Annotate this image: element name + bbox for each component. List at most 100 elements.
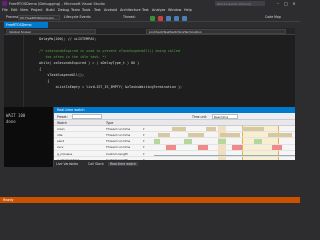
menu-team[interactable]: Team <box>71 8 80 12</box>
timeline-baseline <box>154 154 295 156</box>
preset-label: Preset: <box>57 114 68 119</box>
window-title: FreeRTOSDemo (Debugging) - Microsoft Vis… <box>9 1 105 6</box>
console-output-line: WAIT 100 <box>6 113 26 118</box>
column-watch[interactable]: Watch <box>57 121 67 125</box>
code-line: while( xxSecondsExpired ) = ( xDelayType… <box>31 61 140 65</box>
timeline-segment <box>206 126 216 132</box>
timeline-track <box>154 152 295 156</box>
menu-project[interactable]: Project <box>31 8 43 12</box>
preset-dropdown[interactable] <box>72 114 102 119</box>
maximize-icon[interactable]: □ <box>283 1 289 6</box>
code-line: DelayMs(200); // xLISTEMPAS; <box>31 37 97 41</box>
step-out-icon[interactable] <box>182 15 187 21</box>
chevron-down-icon[interactable]: ▾ <box>143 152 145 156</box>
timeline-segment <box>218 139 226 144</box>
menu-window[interactable]: Window <box>168 8 181 12</box>
title-bar: FreeRTOSDemo (Debugging) - Microsoft Vis… <box>0 0 300 7</box>
step-over-icon[interactable] <box>166 15 171 21</box>
timeline-track <box>154 139 295 144</box>
menu-debug[interactable]: Debug <box>58 8 69 12</box>
watch-name: idle <box>57 133 63 138</box>
bottom-tab-bar: Live Variables Call Stack Real-time watc… <box>54 160 295 167</box>
minimize-icon[interactable]: – <box>275 1 281 6</box>
console-output-line: done <box>6 119 16 124</box>
code-editor[interactable]: DelayMs(200); // xLISTEMPAS; /* xxSecond… <box>4 35 295 107</box>
scope-dropdown[interactable]: (Global Scope) <box>6 29 96 34</box>
menu-analyze[interactable]: Analyze <box>152 8 165 12</box>
lifecycle-events-button[interactable]: Lifecycle Events <box>64 15 91 19</box>
timeline-segment <box>198 145 208 150</box>
timeline-segment <box>188 132 204 138</box>
menu-view[interactable]: View <box>20 8 28 12</box>
timeline-segment <box>268 132 292 138</box>
menu-edit[interactable]: Edit <box>11 8 18 12</box>
watch-type: Thread run time <box>106 145 131 150</box>
menu-help[interactable]: Help <box>184 8 192 12</box>
timeline-segment <box>166 145 176 150</box>
time-unit-dropdown[interactable]: Real time <box>212 114 238 119</box>
realtime-watch-toolbar: Preset: Time unit Real time <box>54 113 295 120</box>
menu-architecture[interactable]: Architecture <box>120 8 141 12</box>
watch-name: recv <box>57 145 64 150</box>
watch-type: Thread run time <box>106 126 131 131</box>
watch-name: send <box>57 139 65 144</box>
process-dropdown[interactable]: [0] FreeRTOSDemo.bin <box>18 15 60 20</box>
timeline-segment <box>184 139 192 144</box>
menu-test[interactable]: Test <box>94 8 101 12</box>
code-line: { <box>31 67 42 71</box>
timeline-segment <box>158 132 170 138</box>
menu-test-2[interactable]: Test <box>142 8 149 12</box>
timeline-segment <box>254 139 262 144</box>
tab-live-variables[interactable]: Live Variables <box>56 162 78 166</box>
code-line: xListIsEmpty = listLIST_IS_EMPTY( &xTask… <box>31 85 183 89</box>
timeline-segment <box>172 126 186 132</box>
menu-tools[interactable]: Tools <box>82 8 90 12</box>
watch-type: Thread run time <box>106 133 131 138</box>
watch-type: Custom length <box>106 151 129 156</box>
menu-file[interactable]: File <box>2 8 8 12</box>
code-line: too often in the idle task. */ <box>31 55 107 59</box>
continue-icon[interactable] <box>150 15 155 21</box>
watch-name: g_nQueue <box>57 151 73 156</box>
code-line: /* xxSecondsExpired is used to prevent v… <box>31 49 181 53</box>
timeline-track <box>154 126 295 132</box>
chevron-down-icon[interactable]: ▾ <box>143 145 145 149</box>
chevron-down-icon[interactable]: ▾ <box>143 133 145 137</box>
thread-label: Thread: <box>123 15 136 19</box>
quick-launch-input[interactable]: Quick Launch (Ctrl+Q) <box>215 1 265 6</box>
code-line: vTaskSuspendAll(); <box>31 73 85 77</box>
tab-realtime-watch[interactable]: Real-time watch <box>108 161 138 166</box>
empty-area <box>0 167 300 197</box>
navigation-bar: (Global Scope) prvCheckTaskSwitchingTerm… <box>4 28 295 35</box>
timeline-segment <box>154 139 160 144</box>
timeline-track <box>154 145 295 150</box>
code-map-button[interactable]: Code Map <box>265 15 281 19</box>
timeline-segment <box>242 126 264 132</box>
function-dropdown[interactable]: prvCheckTaskSwitchingTermination <box>146 29 286 34</box>
timeline-segment <box>272 145 282 150</box>
visual-studio-logo-icon <box>2 1 7 6</box>
close-icon[interactable]: × <box>291 1 297 6</box>
menu-android[interactable]: Android <box>104 8 117 12</box>
editor-gutter <box>4 35 24 107</box>
console-window[interactable]: WAIT 100 done <box>4 107 54 167</box>
tab-call-stack[interactable]: Call Stack <box>88 162 104 166</box>
step-into-icon[interactable] <box>174 15 179 21</box>
time-unit-label: Time unit <box>192 114 207 119</box>
watch-name: main <box>57 126 65 131</box>
status-bar: Ready <box>0 197 300 203</box>
watch-type: Thread run time <box>106 139 131 144</box>
timeline-segment <box>232 145 242 150</box>
menu-bar: File Edit View Project Build Debug Team … <box>0 7 300 14</box>
toolbar: Process: [0] FreeRTOSDemo.bin Lifecycle … <box>0 14 300 22</box>
menu-build[interactable]: Build <box>46 8 55 12</box>
code-line: { <box>31 79 50 83</box>
right-tool-strip <box>295 22 300 167</box>
stop-icon[interactable] <box>158 15 163 21</box>
chevron-down-icon[interactable]: ▾ <box>143 127 145 131</box>
chevron-down-icon[interactable]: ▾ <box>143 139 145 143</box>
timeline-track <box>154 132 295 138</box>
column-type[interactable]: Type <box>106 121 113 125</box>
timeline-segment <box>220 132 240 138</box>
realtime-watch-panel: Real-time watch Preset: Time unit Real t… <box>54 107 295 167</box>
